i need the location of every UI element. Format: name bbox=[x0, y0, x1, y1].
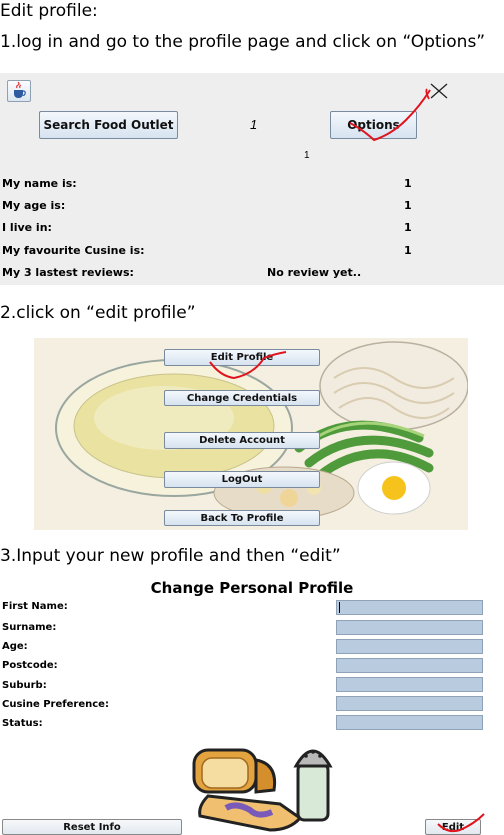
form-title: Change Personal Profile bbox=[150, 579, 354, 597]
status-field[interactable] bbox=[336, 715, 483, 730]
first-name-label: First Name: bbox=[2, 601, 68, 612]
status-label: Status: bbox=[2, 718, 43, 729]
age-field-label: Age: bbox=[2, 641, 28, 652]
surname-label: Surname: bbox=[2, 622, 57, 633]
live-label: I live in: bbox=[2, 221, 52, 234]
change-credentials-button[interactable]: Change Credentials bbox=[164, 390, 320, 406]
cuisine-preference-field[interactable] bbox=[336, 696, 483, 711]
live-value: 1 bbox=[404, 221, 412, 234]
suburb-label: Suburb: bbox=[2, 680, 47, 691]
edit-profile-window: Change Personal Profile First Name: Surn… bbox=[0, 576, 504, 835]
step-2-heading: 2.click on “edit profile” bbox=[0, 303, 196, 323]
step-3-heading: 3.Input your new profile and then “edit” bbox=[0, 546, 341, 566]
search-food-outlet-button[interactable]: Search Food Outlet bbox=[39, 111, 178, 139]
delete-account-button[interactable]: Delete Account bbox=[164, 432, 320, 449]
page-title: Edit profile: bbox=[0, 1, 98, 21]
java-cup-icon bbox=[14, 81, 26, 98]
profile-page-window: Search Food Outlet 1 Options 1 My name i… bbox=[0, 73, 504, 285]
options-button[interactable]: Options bbox=[330, 111, 417, 139]
edit-profile-button[interactable]: Edit Profile bbox=[164, 349, 320, 366]
postcode-field[interactable] bbox=[336, 658, 483, 673]
sub-value: 1 bbox=[304, 150, 310, 161]
first-name-field[interactable] bbox=[336, 600, 483, 615]
age-value: 1 bbox=[404, 199, 412, 212]
logout-button[interactable]: LogOut bbox=[164, 471, 320, 488]
app-menu-button[interactable] bbox=[7, 80, 31, 102]
step-1-heading: 1.log in and go to the profile page and … bbox=[0, 32, 486, 52]
reset-info-button[interactable]: Reset Info bbox=[2, 819, 182, 835]
name-label: My name is: bbox=[2, 177, 77, 190]
cuisine-value: 1 bbox=[404, 244, 412, 257]
reviews-label: My 3 lastest reviews: bbox=[2, 266, 134, 279]
center-value: 1 bbox=[250, 117, 258, 132]
bread-illustration bbox=[192, 748, 333, 832]
cuisine-preference-label: Cusine Preference: bbox=[2, 699, 109, 710]
cuisine-label: My favourite Cusine is: bbox=[2, 244, 145, 257]
surname-field[interactable] bbox=[336, 620, 483, 635]
reviews-value: No review yet.. bbox=[267, 266, 362, 279]
edit-button[interactable]: Edit bbox=[425, 819, 481, 835]
age-field[interactable] bbox=[336, 639, 483, 654]
options-window: Edit Profile Change Credentials Delete A… bbox=[34, 338, 468, 530]
age-label: My age is: bbox=[2, 199, 66, 212]
name-value: 1 bbox=[404, 177, 412, 190]
suburb-field[interactable] bbox=[336, 677, 483, 692]
postcode-label: Postcode: bbox=[2, 660, 58, 671]
back-to-profile-button[interactable]: Back To Profile bbox=[164, 510, 320, 526]
